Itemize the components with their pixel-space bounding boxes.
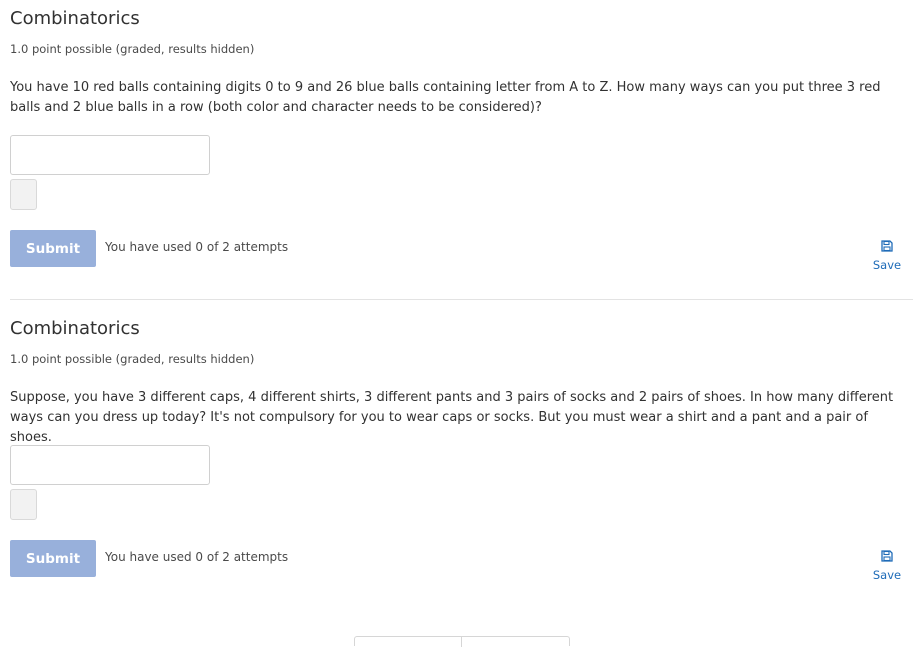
floppy-disk-icon bbox=[881, 240, 893, 252]
attempts-text: You have used 0 of 2 attempts bbox=[105, 240, 289, 254]
problem-question: You have 10 red balls containing digits … bbox=[10, 80, 881, 115]
answer-status-indicator bbox=[10, 179, 37, 210]
answer-input[interactable] bbox=[10, 135, 210, 175]
save-button[interactable]: Save bbox=[868, 240, 906, 273]
save-label: Save bbox=[872, 258, 902, 272]
floppy-disk-icon bbox=[881, 550, 893, 562]
sequence-nav-buttons[interactable] bbox=[354, 636, 570, 647]
answer-status-indicator bbox=[10, 489, 37, 520]
submit-button[interactable]: Submit bbox=[10, 540, 96, 577]
nav-separator bbox=[461, 637, 462, 647]
save-button[interactable]: Save bbox=[868, 550, 906, 583]
problem-title: Combinatorics bbox=[10, 318, 140, 339]
answer-input[interactable] bbox=[10, 445, 210, 485]
problem-divider bbox=[10, 299, 913, 300]
problem-title: Combinatorics bbox=[10, 8, 140, 29]
attempts-text: You have used 0 of 2 attempts bbox=[105, 550, 289, 564]
problem-question: Suppose, you have 3 different caps, 4 di… bbox=[10, 390, 894, 445]
save-label: Save bbox=[872, 568, 902, 582]
problem-points: 1.0 point possible (graded, results hidd… bbox=[10, 352, 255, 366]
problem-points: 1.0 point possible (graded, results hidd… bbox=[10, 42, 255, 56]
submit-button[interactable]: Submit bbox=[10, 230, 96, 267]
